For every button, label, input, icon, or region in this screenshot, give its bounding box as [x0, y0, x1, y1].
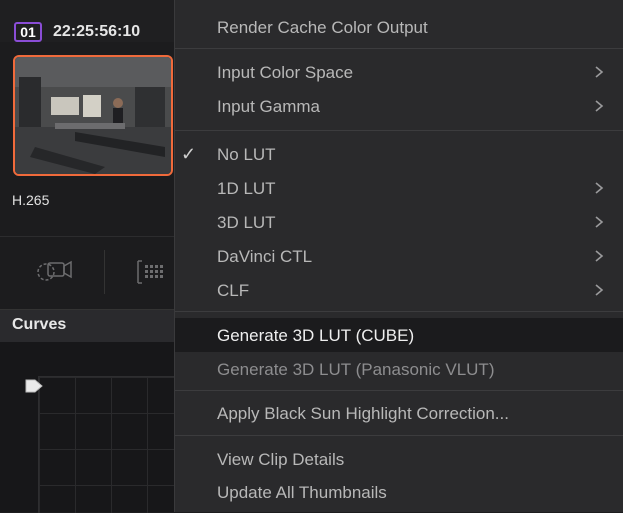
menu-item-black-sun-correction[interactable]: Apply Black Sun Highlight Correction... — [175, 396, 623, 430]
toolbar-divider — [104, 250, 105, 294]
menu-item-label: Update All Thumbnails — [217, 483, 387, 502]
curves-header[interactable]: Curves — [0, 309, 180, 342]
menu-item-davinci-ctl[interactable]: DaVinci CTL — [175, 239, 623, 273]
clip-number-badge: 01 — [14, 22, 42, 42]
menu-item-input-gamma[interactable]: Input Gamma — [175, 89, 623, 123]
chevron-right-icon — [595, 250, 604, 262]
chevron-right-icon — [595, 66, 604, 78]
menu-item-label: No LUT — [217, 145, 276, 164]
menu-item-3d-lut[interactable]: 3D LUT — [175, 205, 623, 239]
menu-item-label: Input Color Space — [217, 63, 354, 82]
curves-grid — [38, 376, 181, 513]
clip-codec: H.265 — [12, 192, 50, 208]
menu-item-label: DaVinci CTL — [217, 247, 313, 266]
menu-item-no-lut[interactable]: ✓ No LUT — [175, 137, 623, 171]
chevron-right-icon — [595, 182, 604, 194]
menu-item-label: 1D LUT — [217, 179, 276, 198]
menu-item-generate-3d-lut-cube[interactable]: Generate 3D LUT (CUBE) — [175, 318, 623, 352]
menu-item-1d-lut[interactable]: 1D LUT — [175, 171, 623, 205]
menu-separator — [175, 48, 623, 49]
menu-item-input-color-space[interactable]: Input Color Space — [175, 55, 623, 89]
clip-panel: 01 22:25:56:10 H.265 Curves — [0, 0, 181, 513]
menu-item-label: View Clip Details — [217, 450, 345, 469]
menu-item-label: Input Gamma — [217, 97, 320, 116]
menu-item-render-cache[interactable]: Render Cache Color Output — [175, 10, 623, 44]
camera-node-icon[interactable] — [34, 253, 74, 287]
clip-thumbnail[interactable] — [13, 55, 173, 176]
menu-item-label: Generate 3D LUT (Panasonic VLUT) — [217, 360, 495, 379]
menu-item-view-clip-details[interactable]: View Clip Details — [175, 442, 623, 476]
menu-item-clf[interactable]: CLF — [175, 273, 623, 307]
menu-separator — [175, 130, 623, 131]
divider — [0, 236, 180, 237]
menu-item-label: Render Cache Color Output — [217, 18, 428, 37]
menu-item-label: 3D LUT — [217, 213, 276, 232]
menu-item-label: CLF — [217, 281, 250, 300]
chevron-right-icon — [595, 284, 604, 296]
menu-item-generate-3d-lut-vlut[interactable]: Generate 3D LUT (Panasonic VLUT) — [175, 352, 623, 386]
menu-separator — [175, 390, 623, 391]
menu-separator — [175, 435, 623, 436]
curve-handle-icon[interactable] — [24, 378, 44, 394]
menu-separator — [175, 311, 623, 312]
grid-icon[interactable] — [136, 259, 172, 285]
curves-title: Curves — [12, 316, 67, 333]
clip-timecode: 22:25:56:10 — [53, 23, 141, 40]
menu-item-label: Apply Black Sun Highlight Correction... — [217, 404, 509, 423]
check-icon: ✓ — [181, 144, 197, 164]
chevron-right-icon — [595, 216, 604, 228]
chevron-right-icon — [595, 100, 604, 112]
context-menu: Render Cache Color Output Input Color Sp… — [174, 0, 623, 512]
menu-item-update-thumbnails[interactable]: Update All Thumbnails — [175, 475, 623, 509]
clip-header: 01 22:25:56:10 — [0, 0, 180, 42]
menu-item-label: Generate 3D LUT (CUBE) — [217, 326, 415, 345]
